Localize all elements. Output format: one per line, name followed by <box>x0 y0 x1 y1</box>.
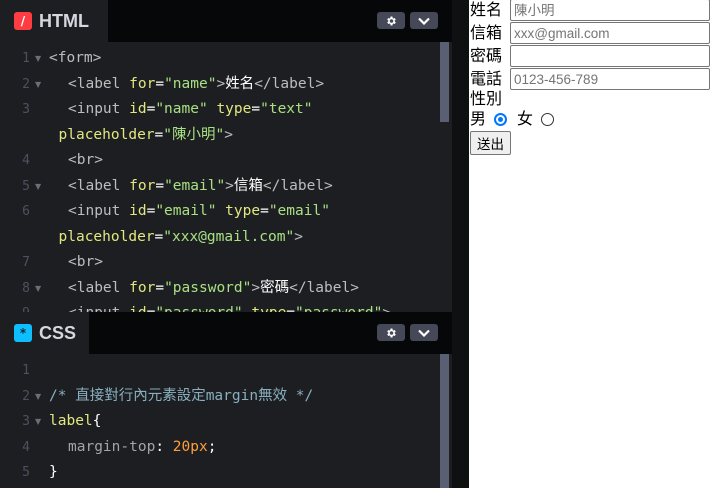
code-text: placeholder="陳小明"> <box>58 126 233 143</box>
email-input[interactable] <box>510 22 710 44</box>
css-pane-header: * CSS <box>0 312 452 354</box>
code-text: label{ <box>49 413 102 429</box>
code-text: <br> <box>68 254 103 270</box>
gender-row: 性別 <box>470 89 510 109</box>
gender-label: 性別 <box>470 89 503 108</box>
email-row: 信箱 <box>470 22 710 44</box>
male-radio[interactable] <box>494 112 508 126</box>
line-number: 3 <box>22 414 30 429</box>
css-code-line[interactable]: 4 margin-top: 20px; <box>0 435 440 460</box>
line-number: 5 <box>22 178 30 194</box>
password-row: 密碼 <box>470 45 710 67</box>
gear-icon <box>387 328 396 337</box>
css-collapse-button[interactable] <box>410 324 438 341</box>
line-number: 7 <box>22 255 30 270</box>
line-number: 2 <box>22 388 30 404</box>
phone-label: 電話 <box>470 69 503 88</box>
css-code-line[interactable]: 3 ▼ label{ <box>0 409 440 434</box>
phone-input[interactable] <box>510 68 710 90</box>
html-code-line[interactable]: 6 <input id="email" type="email" <box>0 199 440 224</box>
css-logo-icon: * <box>14 324 32 342</box>
line-number: 4 <box>22 439 30 455</box>
fold-arrow-icon[interactable]: ▼ <box>35 46 41 71</box>
submit-button[interactable]: 送出 <box>470 131 511 155</box>
html-collapse-button[interactable] <box>410 12 438 29</box>
html-code-line[interactable]: placeholder="xxx@gmail.com"> <box>0 225 440 250</box>
html-code-line[interactable]: 8 ▼ <label for="password">密碼</label> <box>0 276 440 301</box>
password-label: 密碼 <box>470 46 503 65</box>
gender-options: 男 女 <box>470 109 558 129</box>
html-code-line[interactable]: 7 <br> <box>0 250 440 275</box>
male-label: 男 <box>470 109 487 128</box>
css-code-area[interactable]: 1 2 ▼ /* 直接對行內元素設定margin無效 */ 3 ▼ label{ 4 margi… <box>0 354 452 488</box>
line-number: 4 <box>22 153 30 168</box>
female-radio[interactable] <box>541 112 555 126</box>
html-code-line[interactable]: 9 <input id="password" type="password"> <box>0 301 440 312</box>
email-label: 信箱 <box>470 23 503 42</box>
css-settings-button[interactable] <box>377 324 405 341</box>
css-tab-title: CSS <box>39 322 77 343</box>
css-tab[interactable]: * CSS <box>0 312 89 354</box>
line-number: 6 <box>22 204 30 219</box>
html-code-line[interactable]: placeholder="陳小明"> <box>0 123 440 148</box>
pane-resizer[interactable] <box>452 0 469 488</box>
html-editor-pane: / HTML 1 ▼ <form> 2 ▼ <label for="name">姓名</l… <box>0 0 452 312</box>
fold-arrow-icon[interactable]: ▼ <box>35 174 41 199</box>
code-text: <input id="name" type="text" <box>68 101 313 117</box>
chevron-down-icon <box>418 329 430 337</box>
female-label: 女 <box>517 109 534 128</box>
name-input[interactable] <box>510 0 710 21</box>
code-text: <br> <box>68 152 103 168</box>
code-text: <label for="email">信箱</label> <box>68 177 333 194</box>
html-code-line[interactable]: 3 <input id="name" type="text" <box>0 97 440 122</box>
html-pane-header: / HTML <box>0 0 452 42</box>
css-scrollbar[interactable] <box>440 354 449 488</box>
name-row: 姓名 <box>470 0 710 21</box>
name-label: 姓名 <box>470 0 503 19</box>
css-code-line[interactable]: 2 ▼ /* 直接對行內元素設定margin無效 */ <box>0 384 440 409</box>
code-text: <input id="password" type="password"> <box>68 301 391 312</box>
password-input[interactable] <box>510 45 710 67</box>
code-text: } <box>49 464 58 480</box>
code-text: placeholder="xxx@gmail.com"> <box>58 228 303 245</box>
line-number: 3 <box>22 102 30 117</box>
phone-row: 電話 <box>470 68 710 90</box>
css-editor-pane: * CSS 1 2 ▼ /* 直接對行內元素設定margin無效 */ 3 ▼ label{… <box>0 312 452 488</box>
html-code-line[interactable]: 1 ▼ <form> <box>0 46 440 71</box>
code-text: /* 直接對行內元素設定margin無效 */ <box>49 387 314 404</box>
fold-arrow-icon[interactable]: ▼ <box>35 384 41 409</box>
code-text: <label for="name">姓名</label> <box>68 75 325 92</box>
line-number: 2 <box>22 76 30 92</box>
html-code-line[interactable]: 2 ▼ <label for="name">姓名</label> <box>0 72 440 97</box>
code-text: <input id="email" type="email" <box>68 203 330 219</box>
line-number: 1 <box>22 363 30 378</box>
fold-arrow-icon[interactable]: ▼ <box>35 72 41 97</box>
code-text: <form> <box>49 50 102 66</box>
html-logo-icon: / <box>14 12 32 30</box>
html-tab[interactable]: / HTML <box>0 0 108 42</box>
html-code-line[interactable]: 5 ▼ <label for="email">信箱</label> <box>0 174 440 199</box>
css-code-line[interactable]: 1 <box>0 358 440 383</box>
html-scrollbar[interactable] <box>440 42 449 122</box>
line-number: 8 <box>22 280 30 296</box>
html-code-line[interactable]: 4 <br> <box>0 148 440 173</box>
line-number: 5 <box>22 465 30 480</box>
line-number: 9 <box>0 301 30 312</box>
html-code-area[interactable]: 1 ▼ <form> 2 ▼ <label for="name">姓名</label> 3 <… <box>0 42 452 312</box>
code-text: <label for="password">密碼</label> <box>68 279 359 296</box>
line-number: 1 <box>22 51 30 66</box>
html-settings-button[interactable] <box>377 12 405 29</box>
html-tab-title: HTML <box>39 10 89 31</box>
css-code-line[interactable]: 5} <box>0 460 440 485</box>
code-text: margin-top: 20px; <box>68 438 217 455</box>
result-preview: 姓名 信箱 密碼 電話 性別 男 女 送出 <box>469 0 726 488</box>
editor-column: / HTML 1 ▼ <form> 2 ▼ <label for="name">姓名</l… <box>0 0 452 488</box>
fold-arrow-icon[interactable]: ▼ <box>35 276 41 301</box>
gear-icon <box>387 16 396 25</box>
fold-arrow-icon[interactable]: ▼ <box>35 409 41 434</box>
chevron-down-icon <box>418 17 430 25</box>
